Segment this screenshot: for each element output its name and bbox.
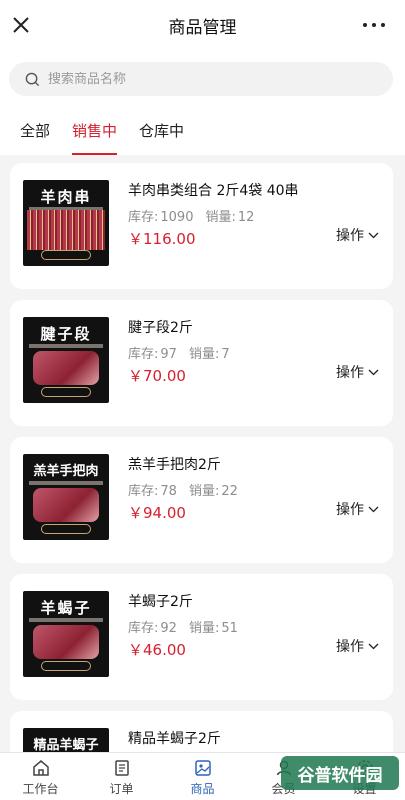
chevron-down-icon [368,643,379,649]
nav-label: 工作台 [22,782,59,796]
chevron-down-icon [368,506,379,512]
image-title: 羔羊手把肉 [33,464,99,479]
search-input[interactable] [48,71,348,87]
product-price: ￥116.00 [128,230,196,248]
tab-on-sale[interactable]: 销售中 [72,110,118,155]
tab-all[interactable]: 全部 [20,110,50,155]
nav-label: 订单 [109,782,134,796]
nav-workbench[interactable]: 工作台 [0,753,81,800]
product-name: 羔羊手把肉2斤 [128,457,221,473]
nav-products[interactable]: 商品 [162,753,243,800]
order-icon [114,760,129,776]
sales-value: 12 [237,210,255,225]
stock-value: 1090 [160,210,194,225]
chevron-down-icon [368,232,379,238]
action-dropdown[interactable]: 操作 [336,362,379,382]
top-bar: 商品管理 [0,0,405,50]
product-card[interactable]: 羊蝎子 羊蝎子2斤 库存: 92 销量: 51 ￥46.00 操作 [10,574,393,700]
product-stats: 库存: 92 销量: 51 [128,621,238,636]
product-price: ￥46.00 [128,641,186,659]
product-name: 精品羊蝎子2斤 [128,731,221,747]
product-price: ￥94.00 [128,504,186,522]
product-name: 羊蝎子2斤 [128,594,193,610]
product-stats: 库存: 78 销量: 22 [128,484,238,499]
sales-value: 7 [221,347,230,362]
sales-value: 22 [221,484,238,499]
action-dropdown[interactable]: 操作 [336,499,379,519]
product-image: 腱子段 [23,317,109,403]
page-title: 商品管理 [168,17,237,38]
search-icon [25,72,40,86]
close-icon[interactable] [10,14,32,36]
product-card[interactable]: 羊肉串 羊肉串类组合 2斤4袋 40串 库存: 1090 销量: 12 ￥116.00… [10,163,393,289]
product-card[interactable]: 羔羊手把肉 羔羊手把肉2斤 库存: 78 销量: 22 ￥94.00 操作 [10,437,393,563]
image-title: 腱子段 [40,325,92,343]
tab-warehouse[interactable]: 仓库中 [139,110,184,155]
search-bar [0,50,405,110]
product-stats: 库存: 97 销量: 7 [128,347,230,362]
stock-value: 92 [160,621,177,636]
watermark-logo: 谷普软件园 [281,756,399,790]
product-image: 羊肉串 [23,180,109,266]
image-title: 精品羊蝎子 [33,738,99,753]
home-icon [32,760,49,776]
stock-value: 97 [160,347,177,362]
product-image: 羔羊手把肉 [23,454,109,540]
nav-label: 商品 [190,782,215,796]
product-name: 羊肉串类组合 2斤4袋 40串 [128,183,299,199]
search-box[interactable] [9,62,393,96]
nav-orders[interactable]: 订单 [81,753,162,800]
action-dropdown[interactable]: 操作 [336,636,379,656]
product-stats: 库存: 1090 销量: 12 [128,210,255,225]
product-card[interactable]: 腱子段 腱子段2斤 库存: 97 销量: 7 ￥70.00 操作 [10,300,393,426]
sales-value: 51 [221,621,238,636]
product-icon [194,760,211,776]
action-dropdown[interactable]: 操作 [336,225,379,245]
product-name: 腱子段2斤 [128,320,193,336]
product-price: ￥70.00 [128,367,186,385]
image-title: 羊蝎子 [40,599,92,617]
product-image: 羊蝎子 [23,591,109,677]
stock-value: 78 [160,484,177,499]
more-dots-icon[interactable] [363,23,385,27]
chevron-down-icon [368,369,379,375]
image-title: 羊肉串 [40,188,92,206]
status-tabs: 全部 销售中 仓库中 [0,110,405,155]
